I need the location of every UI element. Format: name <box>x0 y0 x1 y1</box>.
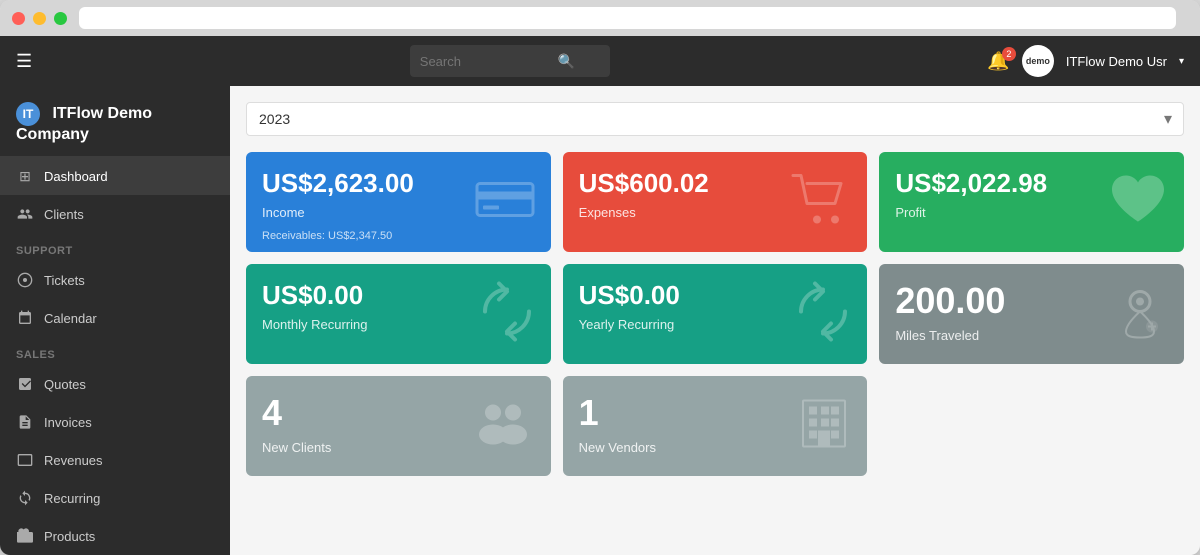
group-icon <box>469 399 537 454</box>
quotes-icon <box>16 375 34 393</box>
sidebar-label-revenues: Revenues <box>44 453 103 468</box>
traffic-lights <box>12 12 67 25</box>
shopping-cart-icon <box>789 172 853 233</box>
user-name[interactable]: ITFlow Demo Usr <box>1066 54 1167 69</box>
hamburger-menu[interactable]: ☰ <box>16 51 32 72</box>
sidebar-item-tickets[interactable]: Tickets <box>0 261 230 299</box>
invoices-icon <box>16 413 34 431</box>
products-icon <box>16 527 34 545</box>
sidebar-label-recurring: Recurring <box>44 491 100 506</box>
search-wrapper: 🔍 <box>48 45 971 77</box>
section-sales: SALES <box>0 337 230 365</box>
logo-icon: IT <box>16 102 40 126</box>
refresh-icon-yearly <box>793 282 853 347</box>
building-icon <box>795 395 853 458</box>
notifications-button[interactable]: 🔔 2 <box>987 51 1009 72</box>
clients-icon <box>16 205 34 223</box>
nav-right: 🔔 2 demo ITFlow Demo Usr ▾ <box>987 45 1184 77</box>
revenues-icon <box>16 451 34 469</box>
search-icon: 🔍 <box>558 53 575 70</box>
new-clients-card: 4 New Clients <box>246 376 551 476</box>
search-bar: 🔍 <box>410 45 610 77</box>
sidebar-item-quotes[interactable]: Quotes <box>0 365 230 403</box>
year-select[interactable]: 2023 2022 2021 2020 <box>246 102 1184 136</box>
sidebar-label-clients: Clients <box>44 207 84 222</box>
sidebar-item-dashboard[interactable]: ⊞ Dashboard <box>0 157 230 195</box>
search-input[interactable] <box>420 54 550 69</box>
calendar-icon <box>16 309 34 327</box>
app: ☰ 🔍 🔔 2 demo ITFlow Demo Usr ▾ <box>0 36 1200 555</box>
close-button[interactable] <box>12 12 25 25</box>
sidebar-label-products: Products <box>44 529 95 544</box>
credit-card-icon <box>473 176 537 229</box>
monthly-recurring-card: US$0.00 Monthly Recurring <box>246 264 551 364</box>
sidebar-label-quotes: Quotes <box>44 377 86 392</box>
profit-card: US$2,022.98 Profit <box>879 152 1184 252</box>
recurring-icon <box>16 489 34 507</box>
heart-icon <box>1106 172 1170 233</box>
sidebar-label-invoices: Invoices <box>44 415 92 430</box>
content-area: 2023 2022 2021 2020 US$2,623.00 Income R… <box>230 86 1200 555</box>
address-bar[interactable] <box>79 7 1176 29</box>
user-menu-caret: ▾ <box>1179 56 1184 67</box>
notification-badge: 2 <box>1002 47 1016 61</box>
sidebar: IT ITFlow Demo Company ⊞ Dashboard Clien… <box>0 86 230 555</box>
avatar-text: demo <box>1022 45 1054 77</box>
sidebar-item-recurring[interactable]: Recurring <box>0 479 230 517</box>
location-icon <box>1110 282 1170 347</box>
miles-traveled-card: 200.00 Miles Traveled <box>879 264 1184 364</box>
refresh-icon-monthly <box>477 282 537 347</box>
sidebar-item-clients[interactable]: Clients <box>0 195 230 233</box>
new-vendors-card: 1 New Vendors <box>563 376 868 476</box>
income-sub: Receivables: US$2,347.50 <box>262 230 392 242</box>
sidebar-label-dashboard: Dashboard <box>44 169 108 184</box>
section-support: SUPPORT <box>0 233 230 261</box>
minimize-button[interactable] <box>33 12 46 25</box>
dashboard-icon: ⊞ <box>16 167 34 185</box>
title-bar <box>0 0 1200 36</box>
stats-grid: US$2,623.00 Income Receivables: US$2,347… <box>246 152 1184 476</box>
yearly-recurring-card: US$0.00 Yearly Recurring <box>563 264 868 364</box>
main-area: IT ITFlow Demo Company ⊞ Dashboard Clien… <box>0 86 1200 555</box>
avatar: demo <box>1022 45 1054 77</box>
tickets-icon <box>16 271 34 289</box>
navbar: ☰ 🔍 🔔 2 demo ITFlow Demo Usr ▾ <box>0 36 1200 86</box>
sidebar-item-invoices[interactable]: Invoices <box>0 403 230 441</box>
year-filter: 2023 2022 2021 2020 <box>246 102 1184 136</box>
income-card: US$2,623.00 Income Receivables: US$2,347… <box>246 152 551 252</box>
sidebar-label-calendar: Calendar <box>44 311 97 326</box>
sidebar-item-calendar[interactable]: Calendar <box>0 299 230 337</box>
sidebar-item-revenues[interactable]: Revenues <box>0 441 230 479</box>
expenses-card: US$600.02 Expenses <box>563 152 868 252</box>
sidebar-logo: IT ITFlow Demo Company <box>0 86 230 157</box>
maximize-button[interactable] <box>54 12 67 25</box>
sidebar-item-products[interactable]: Products <box>0 517 230 555</box>
window: ☰ 🔍 🔔 2 demo ITFlow Demo Usr ▾ <box>0 0 1200 555</box>
sidebar-label-tickets: Tickets <box>44 273 85 288</box>
